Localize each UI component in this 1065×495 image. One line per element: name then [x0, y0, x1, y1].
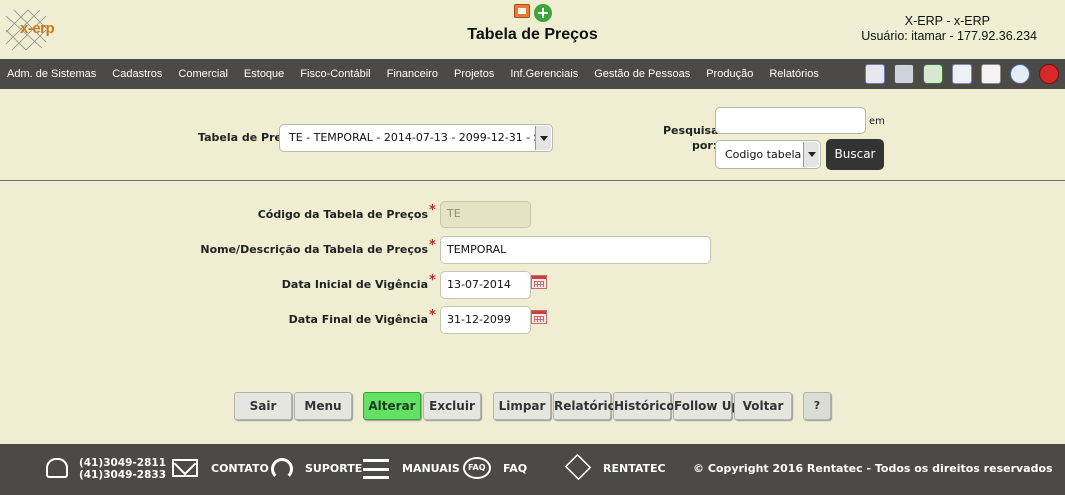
end-date-label: Data Final de Vigência	[288, 313, 428, 326]
header-actions: +	[514, 4, 552, 22]
history-button[interactable]: Histórico	[613, 392, 675, 420]
search-input[interactable]	[715, 107, 866, 134]
start-date-label: Data Inicial de Vigência	[281, 278, 428, 291]
copyright-text: © Copyright 2016 Rentatec - Todos os dir…	[693, 462, 1053, 475]
menu-button[interactable]: Menu	[294, 392, 352, 420]
name-label: Nome/Descrição da Tabela de Preços	[200, 243, 428, 256]
faq-icon[interactable]: FAQ	[463, 457, 491, 479]
document-icon[interactable]	[952, 64, 972, 84]
menu-item-financeiro[interactable]: Financeiro	[379, 59, 446, 89]
system-name: X-ERP - x-ERP	[904, 14, 990, 28]
faq-icon-text: FAQ	[468, 463, 486, 472]
start-date-field[interactable]: 13-07-2014	[440, 271, 531, 299]
manuals-link[interactable]: MANUAIS	[402, 462, 460, 475]
search-label-line2: por:	[692, 139, 718, 152]
add-icon[interactable]: +	[534, 4, 552, 22]
headset-icon[interactable]	[271, 458, 293, 480]
calendar-icon[interactable]	[531, 275, 547, 289]
help-button[interactable]: ?	[803, 392, 831, 420]
menu-item-adm-sistemas[interactable]: Adm. de Sistemas	[0, 59, 104, 89]
search-field-select-value: Codigo tabela	[725, 148, 802, 161]
required-mark: *	[429, 238, 436, 253]
faq-link[interactable]: FAQ	[503, 462, 527, 475]
name-field[interactable]: TEMPORAL	[440, 236, 711, 264]
main-menu: Adm. de Sistemas Cadastros Comercial Est…	[0, 59, 827, 89]
search-button[interactable]: Buscar	[826, 139, 884, 170]
recycle-icon[interactable]	[923, 64, 943, 84]
contact-link[interactable]: CONTATO	[211, 462, 269, 475]
back-button[interactable]: Voltar	[734, 392, 792, 420]
price-table-select-value: TE - TEMPORAL - 2014-07-13 - 2099-12-31 …	[289, 131, 541, 144]
pdf-icon[interactable]	[514, 4, 530, 18]
menu-item-cadastros[interactable]: Cadastros	[104, 59, 170, 89]
required-mark: *	[429, 273, 436, 288]
messages-icon[interactable]	[1010, 64, 1030, 84]
menu-item-comercial[interactable]: Comercial	[170, 59, 236, 89]
user-info: Usuário: itamar - 177.92.36.234	[861, 29, 1037, 43]
notes-icon[interactable]	[981, 64, 1001, 84]
phone-1: (41)3049-2811	[79, 457, 167, 469]
calendar-icon[interactable]	[531, 310, 547, 324]
required-mark: *	[429, 203, 436, 218]
mail-icon[interactable]	[172, 459, 198, 477]
support-link[interactable]: SUPORTE	[305, 462, 362, 475]
menu-item-gestao-pessoas[interactable]: Gestão de Pessoas	[586, 59, 698, 89]
exit-button[interactable]: Sair	[234, 392, 292, 420]
exit-icon[interactable]	[1039, 64, 1059, 84]
chevron-down-icon	[535, 126, 551, 150]
main-menu-bar: Adm. de Sistemas Cadastros Comercial Est…	[0, 59, 1065, 89]
menu-item-relatorios[interactable]: Relatórios	[761, 59, 827, 89]
manuals-icon[interactable]	[363, 459, 389, 479]
section-divider	[0, 180, 1065, 181]
menu-item-projetos[interactable]: Projetos	[446, 59, 502, 89]
code-field: TE	[440, 201, 531, 228]
header: x-erp + Tabela de Preços X-ERP - x-ERP U…	[0, 0, 1065, 59]
menu-item-fisco-contabil[interactable]: Fisco-Contábil	[292, 59, 378, 89]
rentatec-icon[interactable]	[564, 453, 592, 481]
em-label: em	[869, 116, 885, 127]
toolbar-icons	[865, 64, 1059, 84]
menu-item-inf-gerenciais[interactable]: Inf.Gerenciais	[502, 59, 586, 89]
page: x-erp + Tabela de Preços X-ERP - x-ERP U…	[0, 0, 1065, 495]
clear-button[interactable]: Limpar	[493, 392, 551, 420]
chevron-down-icon	[803, 142, 819, 167]
search-field-select[interactable]: Codigo tabela	[715, 140, 821, 169]
price-table-select[interactable]: TE - TEMPORAL - 2014-07-13 - 2099-12-31 …	[279, 124, 553, 152]
delete-button[interactable]: Excluir	[423, 392, 481, 420]
update-button[interactable]: Alterar	[363, 392, 421, 420]
end-date-field[interactable]: 31-12-2099	[440, 306, 531, 334]
report-button[interactable]: Relatório	[553, 392, 616, 420]
phone-icon	[46, 458, 68, 478]
code-label: Código da Tabela de Preços	[257, 208, 428, 221]
rentatec-link[interactable]: RENTATEC	[603, 462, 666, 475]
footer: (41)3049-2811 (41)3049-2833 CONTATO SUPO…	[0, 444, 1065, 495]
menu-item-estoque[interactable]: Estoque	[236, 59, 292, 89]
menu-item-producao[interactable]: Produção	[698, 59, 761, 89]
building-icon[interactable]	[894, 64, 914, 84]
home-icon[interactable]	[865, 64, 885, 84]
required-mark: *	[429, 308, 436, 323]
follow-up-button[interactable]: Follow Up	[673, 392, 740, 420]
phone-2: (41)3049-2833	[79, 469, 167, 481]
